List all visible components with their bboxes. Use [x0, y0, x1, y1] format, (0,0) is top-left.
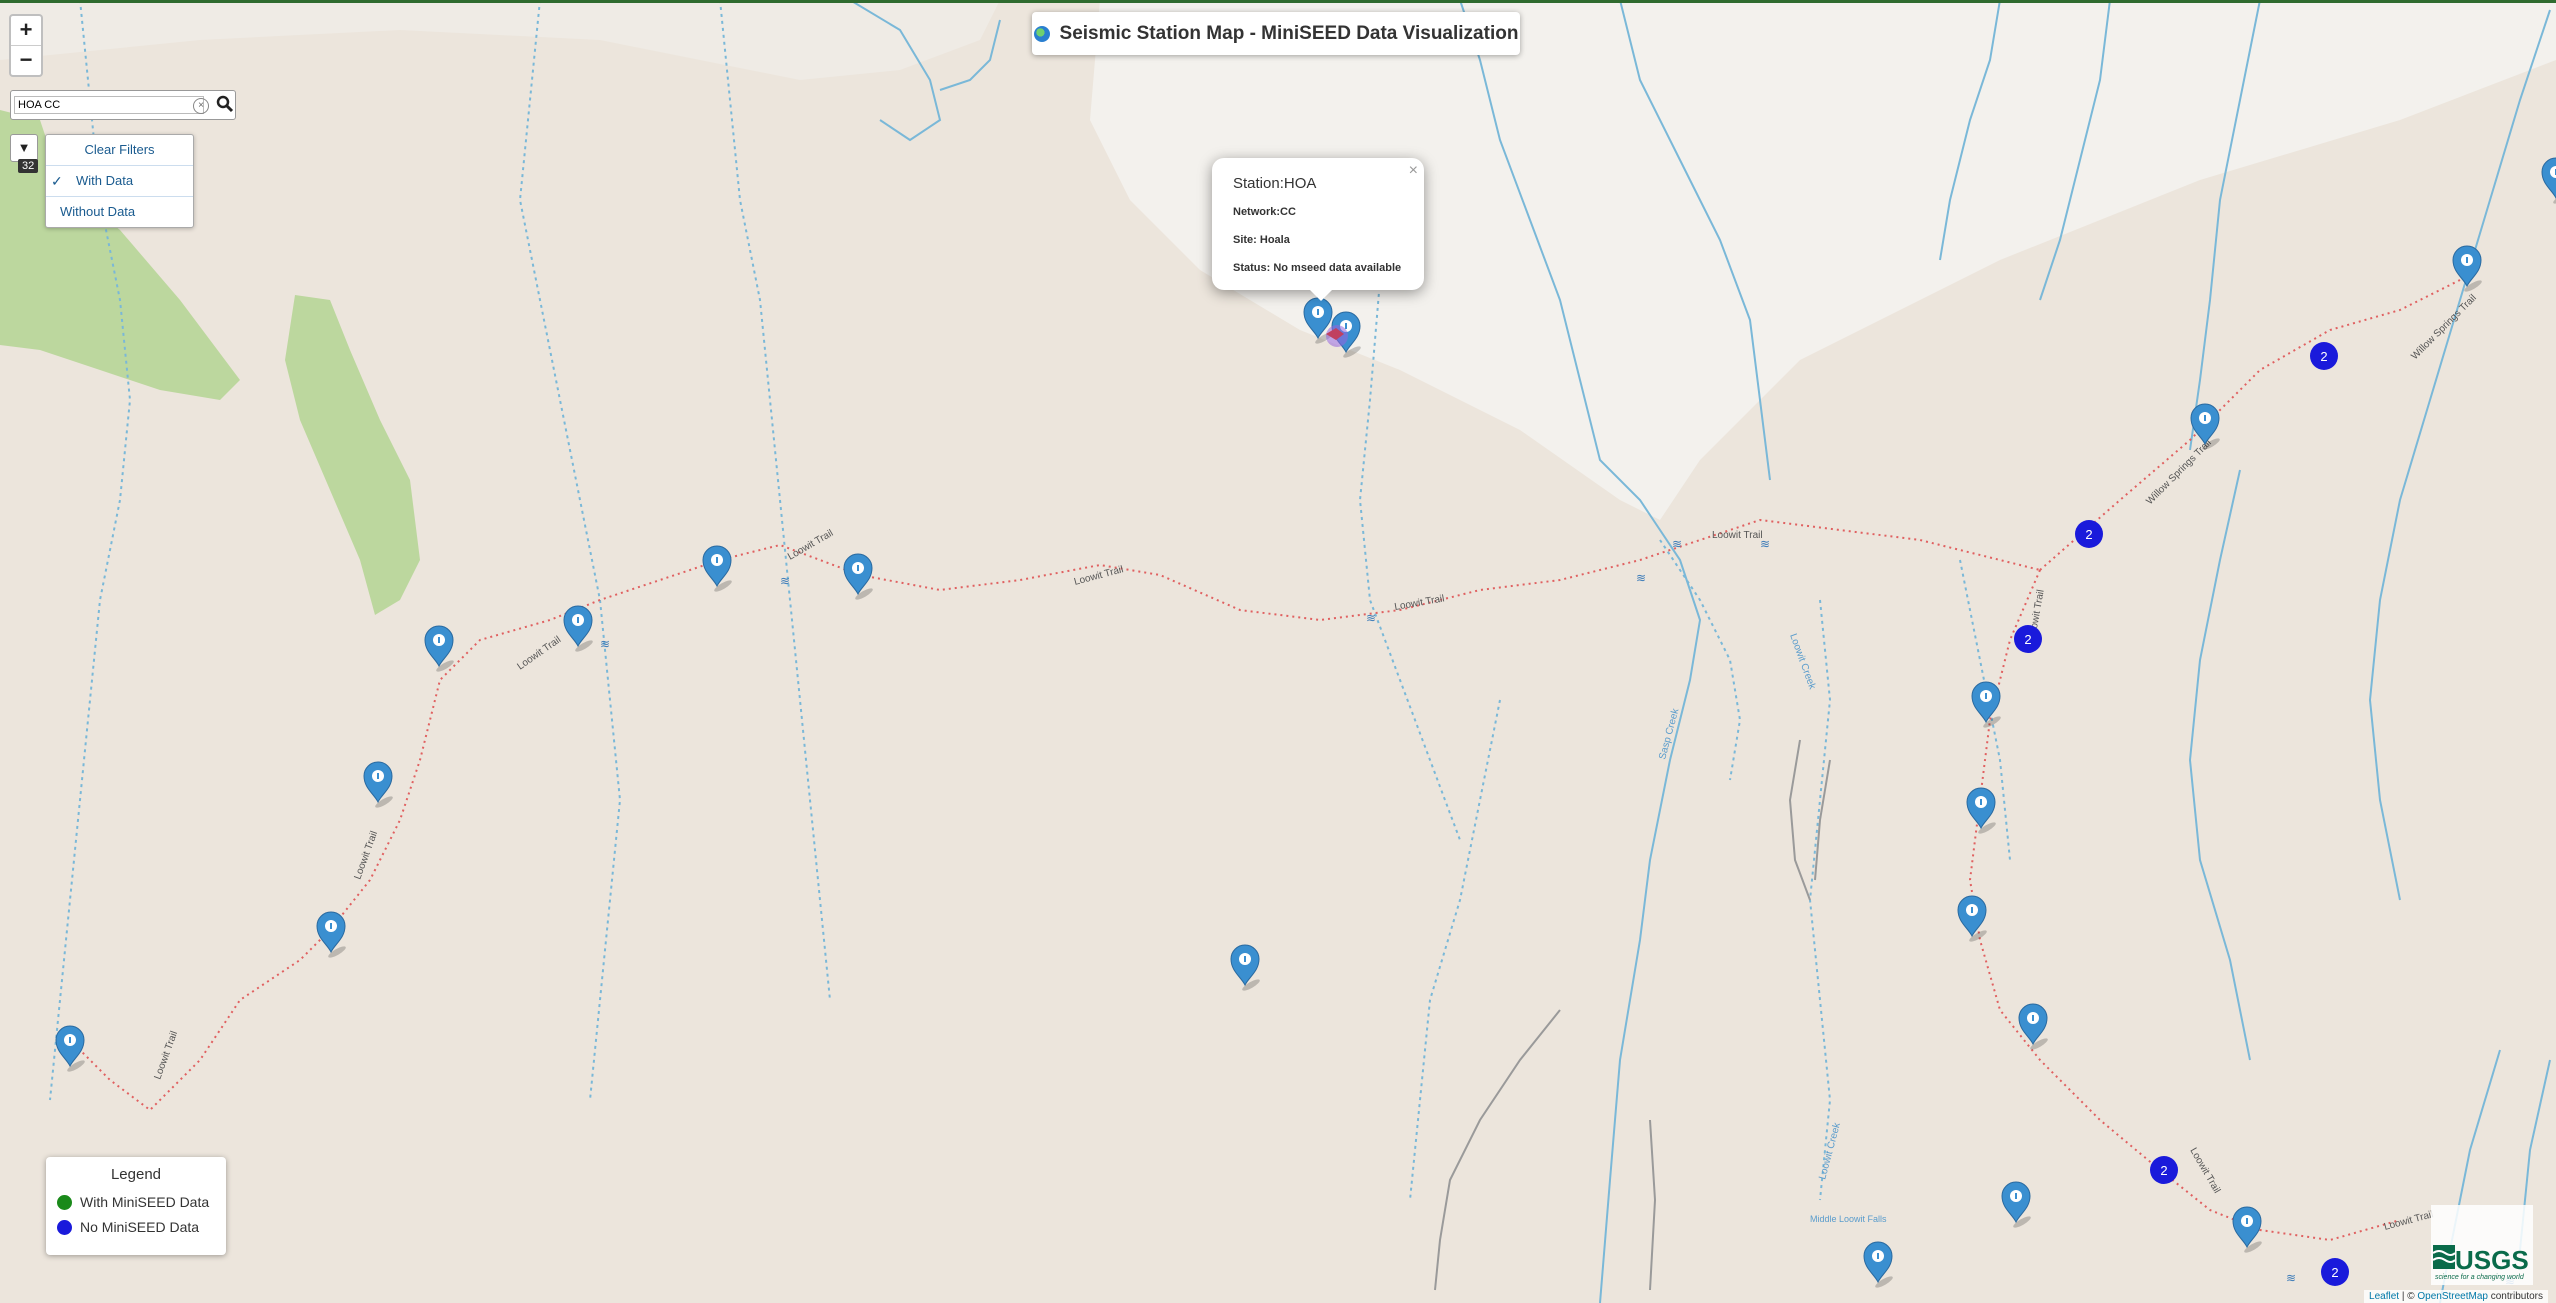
- station-popup: × Station:HOA Network:CC Site: Hoala Sta…: [1212, 158, 1424, 301]
- svg-text:≋: ≋: [1636, 571, 1646, 585]
- cluster-count: 2: [2024, 632, 2031, 647]
- blue-dot-icon: [57, 1219, 72, 1235]
- svg-text:≋: ≋: [780, 574, 790, 588]
- zoom-in-button[interactable]: +: [11, 16, 41, 45]
- cluster-count: 2: [2331, 1265, 2338, 1280]
- clear-search-icon[interactable]: ×: [193, 98, 209, 114]
- svg-text:≋: ≋: [1672, 537, 1682, 551]
- search-input[interactable]: [14, 96, 204, 114]
- station-cluster[interactable]: 2: [2150, 1156, 2178, 1184]
- search-control: ×: [10, 90, 236, 120]
- svg-text:≋: ≋: [1760, 537, 1770, 551]
- popup-station: Station:HOA: [1233, 175, 1317, 192]
- green-dot-icon: [57, 1194, 72, 1210]
- station-cluster[interactable]: 2: [2075, 520, 2103, 548]
- cluster-count: 2: [2085, 527, 2092, 542]
- attribution-rest: contributors: [2487, 1291, 2543, 1302]
- legend: Legend With MiniSEED Data No MiniSEED Da…: [46, 1157, 226, 1255]
- without-data-option[interactable]: Without Data: [46, 196, 193, 227]
- zoom-control: + −: [9, 14, 43, 77]
- filter-menu: Clear Filters With Data Without Data: [45, 134, 194, 228]
- svg-text:≋: ≋: [1366, 611, 1376, 625]
- filter-toggle-button[interactable]: ▼: [10, 134, 38, 162]
- osm-link[interactable]: OpenStreetMap: [2417, 1291, 2488, 1302]
- filter-icon: ▼: [17, 140, 31, 155]
- with-data-option[interactable]: With Data: [46, 165, 193, 196]
- station-cluster[interactable]: 2: [2014, 625, 2042, 653]
- legend-with-label: With MiniSEED Data: [80, 1194, 210, 1210]
- popup-network: Network:CC: [1233, 206, 1296, 218]
- attribution-sep: | ©: [2399, 1291, 2418, 1302]
- usgs-tagline: science for a changing world: [2435, 1274, 2525, 1281]
- popup-site: Site: Hoala: [1233, 234, 1290, 246]
- popup-close-button[interactable]: ×: [1409, 162, 1418, 180]
- zoom-out-button[interactable]: −: [11, 45, 41, 75]
- globe-icon: [1033, 25, 1050, 42]
- map-title: Seismic Station Map - MiniSEED Data Visu…: [1059, 22, 1519, 44]
- legend-item-with-data: With MiniSEED Data: [57, 1194, 209, 1210]
- station-cluster[interactable]: 2: [2321, 1258, 2349, 1286]
- popup-status: Status: No mseed data available: [1233, 262, 1402, 274]
- svg-text:≋: ≋: [2286, 1271, 2296, 1285]
- station-cluster[interactable]: 2: [2310, 342, 2338, 370]
- map-attribution: Leaflet | © OpenStreetMap contributors: [2364, 1290, 2548, 1303]
- legend-title: Legend: [110, 1166, 162, 1183]
- svg-text:≋: ≋: [600, 637, 610, 651]
- trail-label: Loowit Trail: [1712, 530, 1763, 541]
- cluster-count: 2: [2320, 349, 2327, 364]
- cluster-count: 2: [2160, 1163, 2167, 1178]
- falls-label: Middle Loowit Falls: [1810, 1214, 1887, 1224]
- legend-item-without-data: No MiniSEED Data: [57, 1219, 199, 1235]
- clear-filters-option[interactable]: Clear Filters: [46, 135, 193, 165]
- usgs-text: USGS: [2455, 1245, 2529, 1275]
- usgs-logo: USGS science for a changing world: [2431, 1205, 2533, 1285]
- leaflet-link[interactable]: Leaflet: [2369, 1291, 2399, 1302]
- legend-without-label: No MiniSEED Data: [80, 1219, 200, 1235]
- filter-count-badge: 32: [18, 159, 39, 173]
- map-title-box: Seismic Station Map - MiniSEED Data Visu…: [1032, 12, 1520, 55]
- search-icon[interactable]: [216, 95, 234, 113]
- top-border: [0, 0, 2556, 3]
